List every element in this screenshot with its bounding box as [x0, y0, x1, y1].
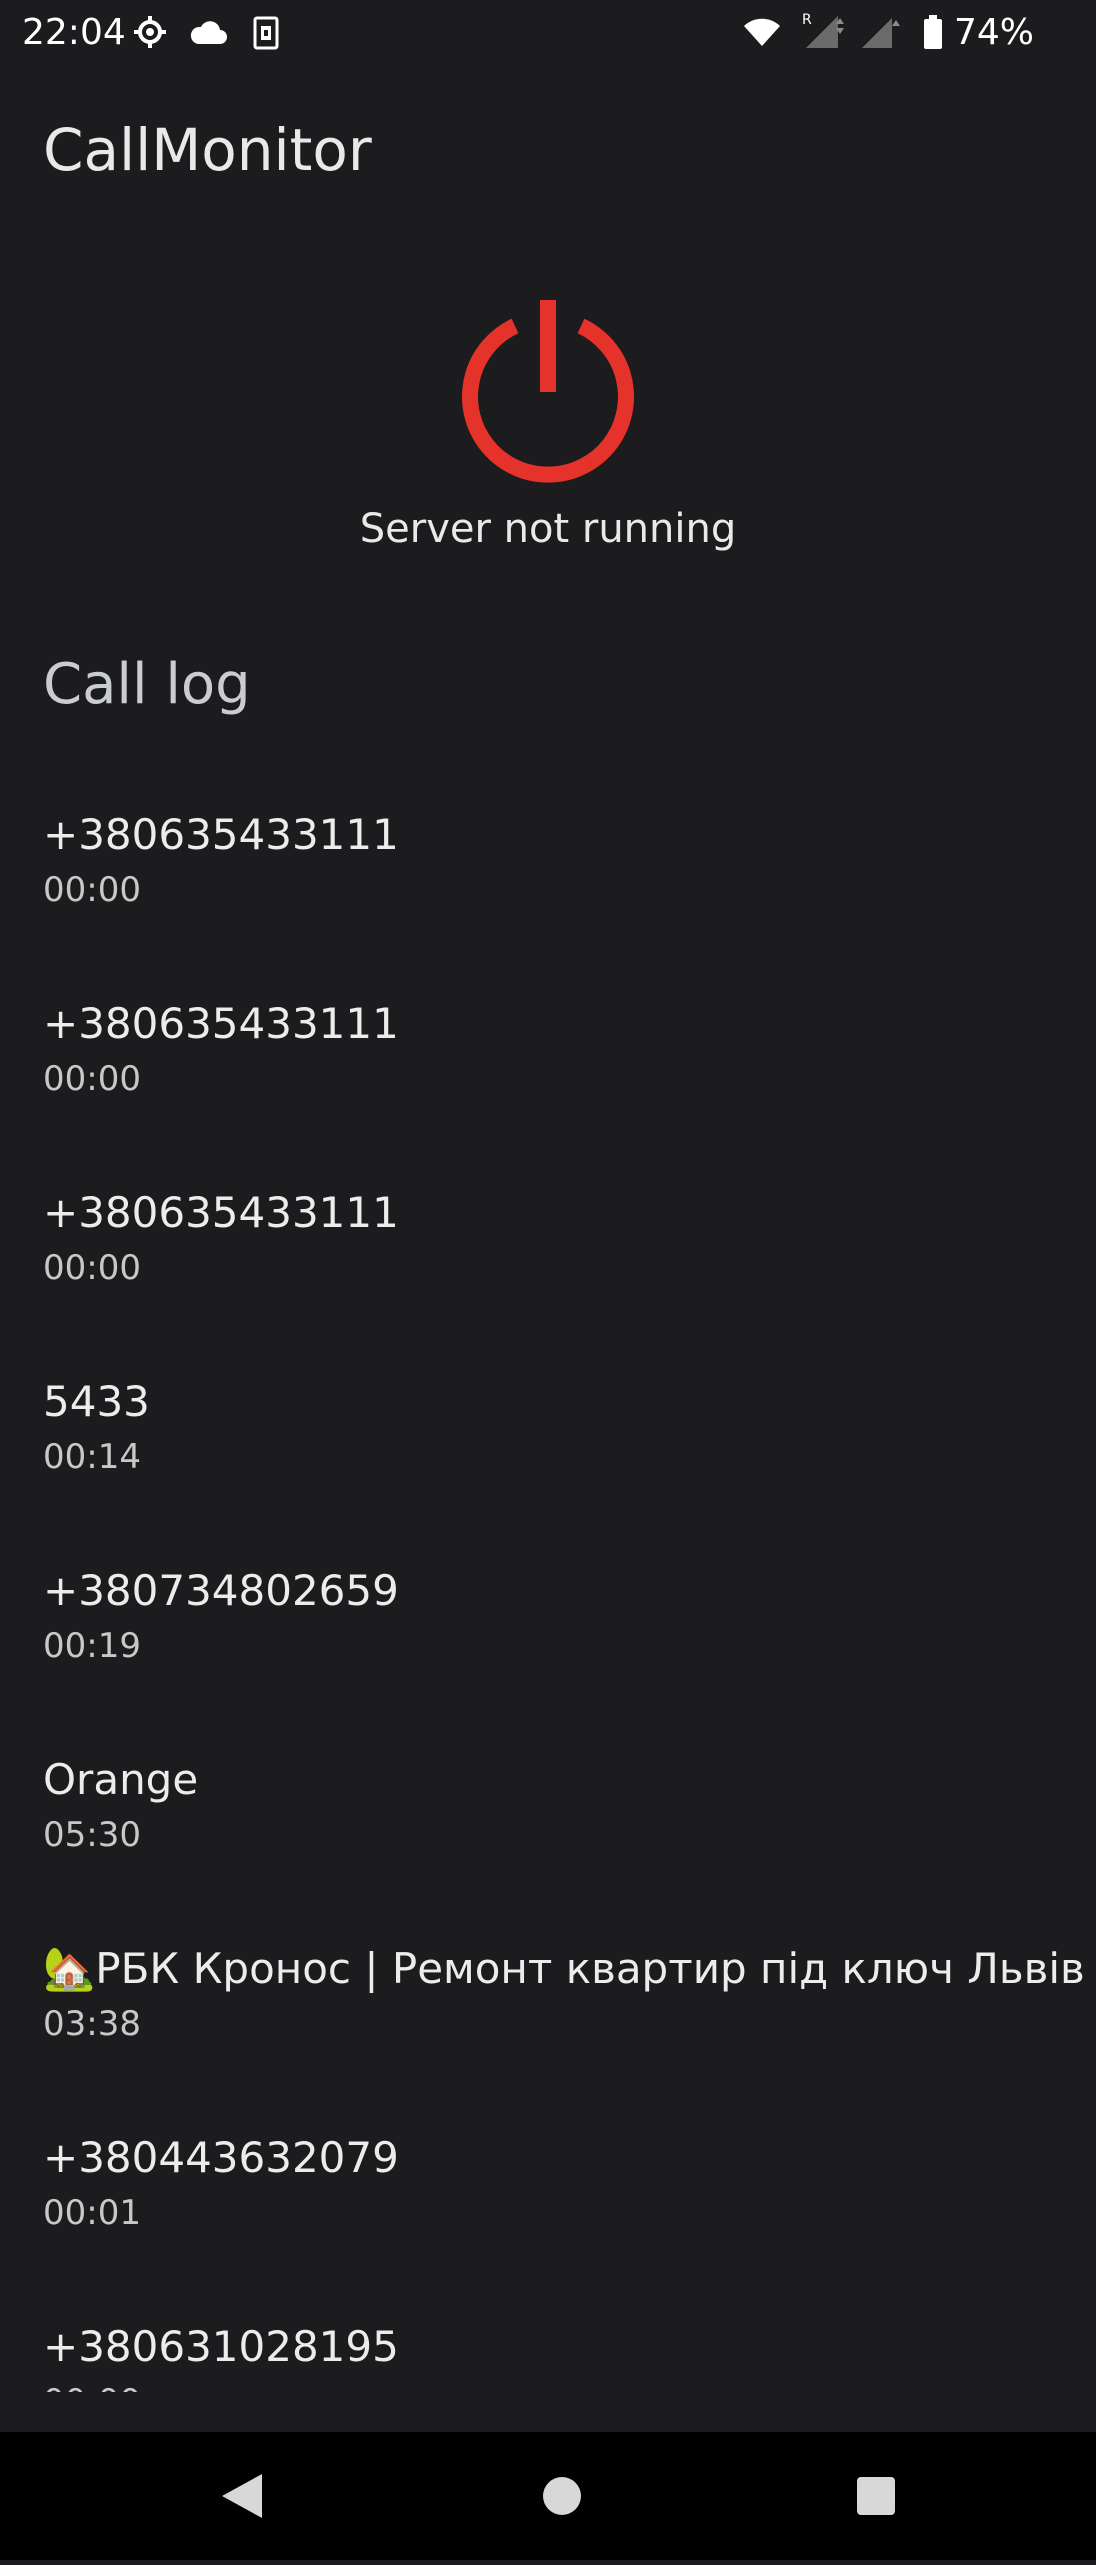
- call-log-item[interactable]: +380443632079 00:01: [0, 2083, 1096, 2272]
- settings-icon: [132, 14, 168, 55]
- call-log-item[interactable]: +380734802659 00:19: [0, 1516, 1096, 1705]
- roaming-signal-icon: R: [800, 10, 848, 55]
- status-bar: 22:04 R 74%: [0, 0, 1096, 64]
- call-log-item-duration: 00:00: [43, 870, 141, 910]
- call-log-item-name: +380635433111: [43, 999, 399, 1048]
- cloud-icon: [188, 18, 228, 51]
- call-log-item[interactable]: 5433 00:14: [0, 1327, 1096, 1516]
- call-log-item-name: +380631028195: [43, 2322, 399, 2371]
- call-log-item[interactable]: +380635433111 00:00: [0, 760, 1096, 949]
- back-icon: [178, 2474, 306, 2564]
- sim-card-icon: [252, 16, 280, 55]
- call-log-item-duration: 00:01: [43, 2193, 141, 2233]
- call-log-item[interactable]: +380631028195 00:00: [0, 2272, 1096, 2392]
- call-log-item[interactable]: Orange 05:30: [0, 1705, 1096, 1894]
- call-log-item-duration: 00:19: [43, 1626, 141, 1666]
- server-status-text: Server not running: [359, 506, 737, 552]
- call-log-item-name: Orange: [43, 1755, 199, 1804]
- call-log-item[interactable]: +380635433111 00:00: [0, 949, 1096, 1138]
- status-time: 22:04: [22, 12, 126, 53]
- call-log-item-duration: 00:00: [43, 2382, 141, 2392]
- call-log-item-duration: 00:00: [43, 1248, 141, 1288]
- call-log-item[interactable]: 🏡РБК Кронос | Ремонт квартир під ключ Ль…: [0, 1894, 1096, 2083]
- call-log-item-duration: 03:38: [43, 2004, 141, 2044]
- call-log-list[interactable]: +380635433111 00:00 +380635433111 00:00 …: [0, 760, 1096, 2392]
- recents-icon: [812, 2477, 940, 2564]
- call-log-item-name: 🏡РБК Кронос | Ремонт квартир під ключ Ль…: [43, 1944, 1085, 1993]
- power-icon: [448, 300, 648, 490]
- call-log-title: Call log: [43, 652, 251, 717]
- back-button[interactable]: [178, 2432, 306, 2560]
- call-log-item-name: +380443632079: [43, 2133, 399, 2182]
- call-log-item-name: +380734802659: [43, 1566, 399, 1615]
- battery-icon: [922, 14, 944, 55]
- call-log-item-duration: 00:14: [43, 1437, 141, 1477]
- call-log-item-duration: 05:30: [43, 1815, 141, 1855]
- home-icon: [498, 2477, 626, 2564]
- call-log-item-duration: 00:00: [43, 1059, 141, 1099]
- svg-text:R: R: [802, 12, 812, 28]
- call-log-item-name: +380635433111: [43, 1188, 399, 1237]
- call-log-item-name: 5433: [43, 1377, 150, 1426]
- home-button[interactable]: [498, 2432, 626, 2560]
- server-toggle-button[interactable]: [448, 296, 648, 486]
- battery-percentage: 74%: [954, 12, 1035, 53]
- app-title: CallMonitor: [43, 116, 372, 184]
- navigation-bar: [0, 2432, 1096, 2560]
- signal-icon: [858, 14, 902, 55]
- call-log-item-name: +380635433111: [43, 810, 399, 859]
- wifi-icon: [742, 14, 782, 53]
- recents-button[interactable]: [812, 2432, 940, 2560]
- call-log-item[interactable]: +380635433111 00:00: [0, 1138, 1096, 1327]
